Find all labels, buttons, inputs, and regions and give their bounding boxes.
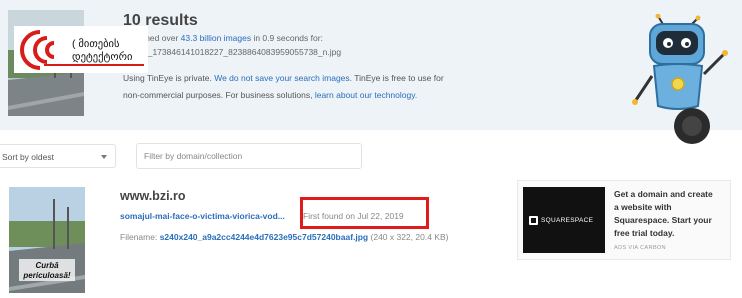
ad-text-line: free trial today. (614, 228, 675, 238)
commercial-info: non-commercial purposes. For business so… (123, 90, 417, 100)
search-suffix: in 0.9 seconds for: (253, 33, 323, 43)
logo-line-1: ( მითების (72, 38, 120, 50)
query-filename: 0_1738461410182​27_8238864083959055738_n… (143, 47, 342, 57)
ads-via-carbon: ADS VIA CARBON (614, 245, 667, 251)
commercial-text: non-commercial purposes. For business so… (123, 90, 313, 100)
ad-text-line: a website with (614, 202, 672, 212)
free-use-text: TinEye is free to use for (354, 73, 444, 83)
images-count-link[interactable]: 43.3 billion images (181, 33, 251, 43)
myth-detector-logo: ( მითების დეტექტორი (14, 26, 148, 73)
logo-underline (44, 64, 144, 66)
chevron-down-icon (101, 155, 107, 159)
thumbnail-caption-line-2: periculoasă! (23, 271, 71, 280)
result-domain: www.bzi.ro (120, 189, 186, 203)
filename-label: Filename: (120, 232, 158, 242)
squarespace-mark-icon (529, 216, 538, 225)
sort-value: Sort by oldest (2, 152, 54, 162)
result-page-link[interactable]: somajul-mai-face-o-victima-viorica-vod..… (120, 211, 285, 221)
privacy-text: Using TinEye is private. (123, 73, 212, 83)
ad-logo-text: SQUARESPACE (541, 217, 594, 224)
result-filename-link[interactable]: s240x240_a9a2cc4244e4d7623e95c7d57240baa… (160, 232, 368, 242)
ad-text-line: Get a domain and create (614, 189, 713, 199)
result-dimensions: (240 x 322, 20.4 KB) (370, 232, 449, 242)
search-info: Searched over 43.3 billion images in 0.9… (123, 33, 323, 43)
squarespace-logo: SQUARESPACE (523, 187, 605, 253)
red-highlight-box (300, 197, 429, 229)
domain-filter-input[interactable] (136, 143, 362, 169)
technology-link[interactable]: learn about our technology. (315, 90, 417, 100)
privacy-link[interactable]: We do not save your search images. (214, 73, 352, 83)
result-image-thumbnail[interactable]: Curbă periculoasă! (9, 187, 85, 293)
ad-text-line: Squarespace. Start your (614, 215, 712, 225)
carbon-ad[interactable]: SQUARESPACE Get a domain and create a we… (517, 180, 731, 260)
result-filename-row: Filename: s240x240_a9a2cc4244e4d7623e95c… (120, 232, 448, 242)
privacy-info: Using TinEye is private. We do not save … (123, 73, 444, 83)
robot-mascot-icon (628, 13, 732, 148)
thumbnail-caption-line-1: Curbă (35, 261, 59, 270)
sort-dropdown[interactable]: Sort by oldest (0, 144, 116, 168)
logo-line-2: დეტექტორი (72, 51, 133, 63)
